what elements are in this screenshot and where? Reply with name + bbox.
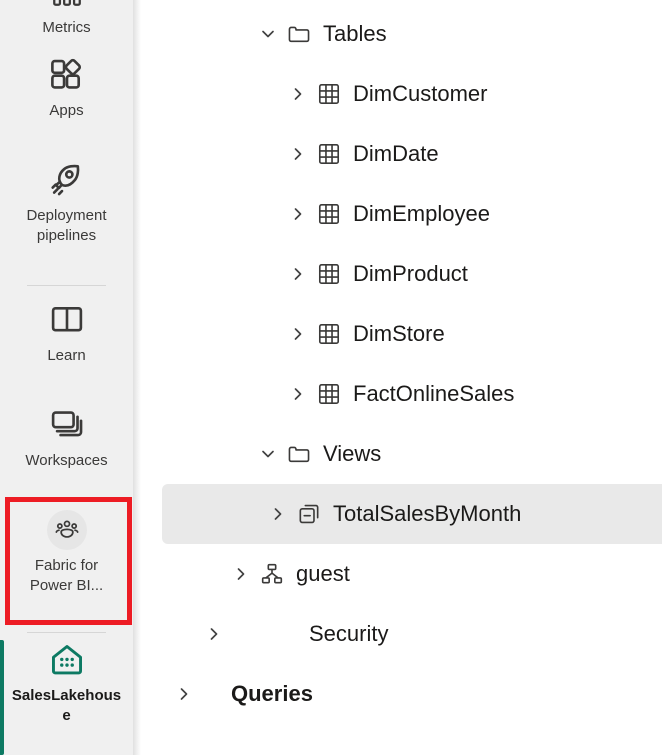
tree-node-label: DimStore bbox=[353, 321, 445, 346]
rail-divider-1 bbox=[27, 285, 106, 286]
queries-node-spacer bbox=[199, 678, 231, 710]
chevron-down-icon[interactable] bbox=[253, 19, 283, 49]
object-explorer-tree: Tables DimCustomer DimDate DimEmployee D… bbox=[141, 0, 662, 755]
folder-icon bbox=[283, 438, 315, 470]
tree-row-views[interactable]: Views bbox=[141, 424, 662, 484]
tree-node-label: TotalSalesByMonth bbox=[333, 501, 522, 526]
tree-row-dimcustomer[interactable]: DimCustomer bbox=[141, 64, 662, 124]
sidebar-item-label-saleslakehouse: SalesLakehouse bbox=[11, 687, 122, 724]
tree-row-dimproduct[interactable]: DimProduct bbox=[141, 244, 662, 304]
tree-row-factonlinesales[interactable]: FactOnlineSales bbox=[141, 364, 662, 424]
tree-row-tables[interactable]: Tables bbox=[141, 4, 662, 64]
view-icon bbox=[293, 498, 325, 530]
sidebar-item-label-workspaces: Workspaces bbox=[25, 452, 108, 469]
table-icon bbox=[313, 198, 345, 230]
sidebar-item-metrics[interactable]: Metrics bbox=[0, 0, 133, 38]
chevron-right-icon[interactable] bbox=[199, 619, 229, 649]
tree-node-label: DimProduct bbox=[353, 261, 468, 286]
chevron-right-icon[interactable] bbox=[226, 559, 256, 589]
chevron-right-icon[interactable] bbox=[283, 259, 313, 289]
left-nav-rail: Metrics Apps Deployment pipelines Learn … bbox=[0, 0, 133, 755]
chevron-right-icon[interactable] bbox=[169, 679, 199, 709]
sidebar-item-label-apps: Apps bbox=[49, 102, 84, 119]
tree-node-label: Tables bbox=[323, 21, 387, 46]
tree-row-totalsalesbymonth[interactable]: TotalSalesByMonth bbox=[162, 484, 662, 544]
metrics-icon bbox=[43, 0, 91, 12]
table-icon bbox=[313, 138, 345, 170]
sidebar-item-label-fabric-for-power-bi: Fabric for Power BI... bbox=[29, 557, 104, 594]
sidebar-item-deployment-pipelines[interactable]: Deployment pipelines bbox=[0, 160, 133, 246]
security-node-spacer bbox=[229, 618, 261, 650]
table-icon bbox=[313, 78, 345, 110]
rocket-icon bbox=[43, 160, 91, 200]
chevron-right-icon[interactable] bbox=[283, 379, 313, 409]
sidebar-item-saleslakehouse[interactable]: SalesLakehouse bbox=[0, 640, 133, 726]
table-icon bbox=[313, 318, 345, 350]
schema-icon bbox=[256, 558, 288, 590]
tree-row-security[interactable]: Security bbox=[141, 604, 662, 664]
sidebar-item-workspaces[interactable]: Workspaces bbox=[0, 405, 133, 471]
chevron-right-icon[interactable] bbox=[283, 79, 313, 109]
tree-node-label: DimCustomer bbox=[353, 81, 488, 106]
tree-row-dimemployee[interactable]: DimEmployee bbox=[141, 184, 662, 244]
tree-node-label: Views bbox=[323, 441, 382, 466]
sidebar-item-label-deployment-pipelines: Deployment pipelines bbox=[26, 207, 107, 244]
table-icon bbox=[313, 258, 345, 290]
chevron-down-icon[interactable] bbox=[253, 439, 283, 469]
tree-row-guest[interactable]: guest bbox=[141, 544, 662, 604]
sidebar-item-apps[interactable]: Apps bbox=[0, 55, 133, 121]
sidebar-item-fabric-for-power-bi[interactable]: Fabric for Power BI... bbox=[0, 510, 133, 596]
folder-icon bbox=[283, 18, 315, 50]
workspaces-icon bbox=[43, 405, 91, 445]
sidebar-item-label-metrics: Metrics bbox=[42, 19, 91, 36]
tree-row-dimstore[interactable]: DimStore bbox=[141, 304, 662, 364]
people-group-icon-wrapper bbox=[43, 510, 91, 550]
chevron-right-icon[interactable] bbox=[283, 139, 313, 169]
lakehouse-icon bbox=[43, 640, 91, 680]
tree-node-label: DimEmployee bbox=[353, 201, 490, 226]
sidebar-item-learn[interactable]: Learn bbox=[0, 300, 133, 366]
table-icon bbox=[313, 378, 345, 410]
rail-divider-2 bbox=[27, 632, 106, 633]
chevron-right-icon[interactable] bbox=[283, 199, 313, 229]
tree-node-label: DimDate bbox=[353, 141, 439, 166]
active-item-accent-bar bbox=[0, 640, 4, 755]
sidebar-item-label-learn: Learn bbox=[47, 347, 86, 364]
tree-row-queries[interactable]: Queries bbox=[141, 664, 662, 724]
tree-node-label: Queries bbox=[231, 681, 313, 706]
chevron-right-icon[interactable] bbox=[263, 499, 293, 529]
tree-node-label: Security bbox=[309, 621, 389, 646]
tree-row-dimdate[interactable]: DimDate bbox=[141, 124, 662, 184]
apps-icon bbox=[43, 55, 91, 95]
nav-rail-shadow bbox=[133, 0, 141, 755]
tree-node-label: FactOnlineSales bbox=[353, 381, 515, 406]
book-icon bbox=[43, 300, 91, 340]
chevron-right-icon[interactable] bbox=[283, 319, 313, 349]
tree-node-label: guest bbox=[296, 561, 350, 586]
people-group-icon bbox=[46, 510, 87, 550]
